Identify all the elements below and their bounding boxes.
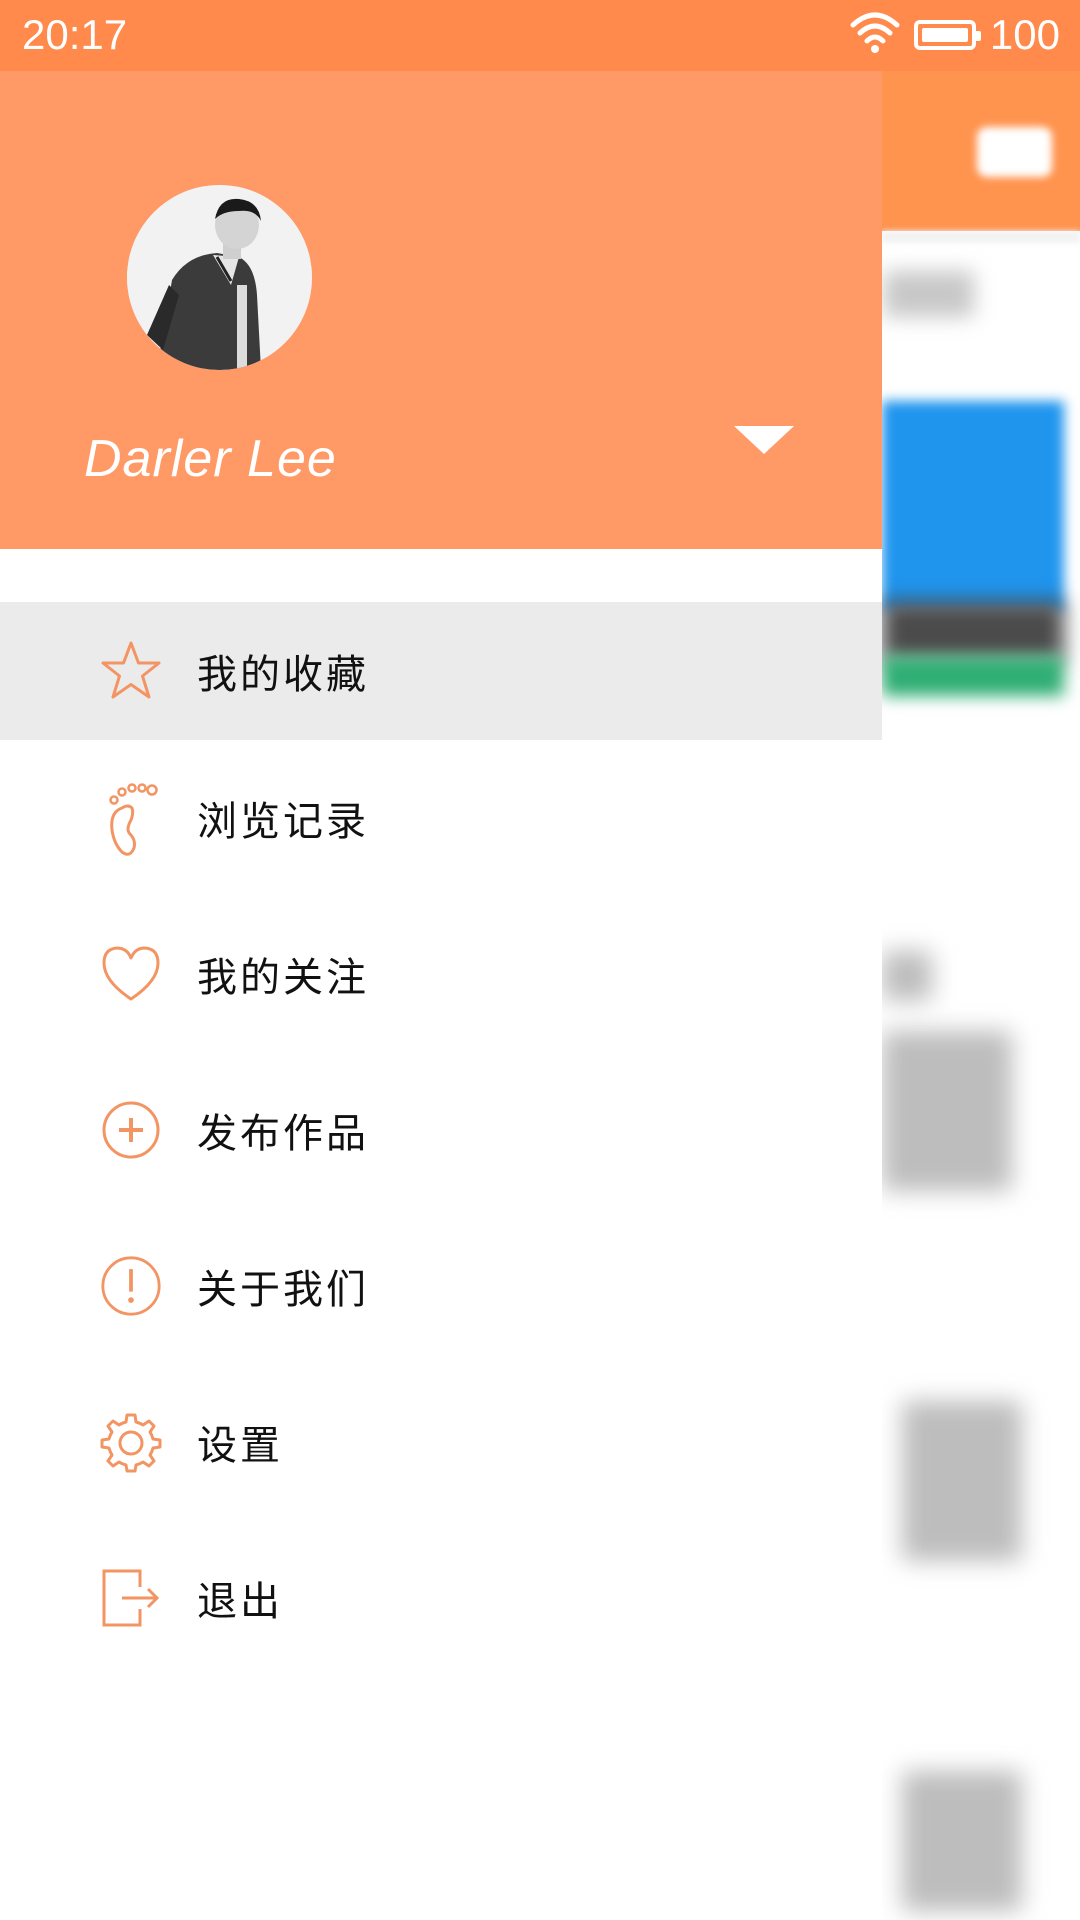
drawer-header: Darler Lee [0, 71, 882, 549]
info-circle-icon [100, 1255, 162, 1317]
footprint-icon [100, 783, 162, 856]
menu-item-settings[interactable]: 设置 [0, 1364, 882, 1520]
drawer-menu: 我的收藏 浏览记录 我的关注 发布作品 关于我们 设置 退出 [0, 602, 882, 1676]
background-toolbar [882, 71, 1080, 231]
menu-item-favorites[interactable]: 我的收藏 [0, 602, 882, 740]
background-content [882, 71, 1080, 1920]
avatar[interactable] [127, 185, 312, 370]
menu-label: 设置 [197, 1423, 283, 1469]
menu-label: 浏览记录 [197, 799, 369, 845]
star-icon [100, 640, 162, 702]
status-bar: 20:17 100 [0, 0, 1080, 71]
menu-item-publish[interactable]: 发布作品 [0, 1052, 882, 1208]
status-icons: 100 [850, 10, 1060, 60]
battery-level: 100 [989, 11, 1060, 58]
message-icon [977, 127, 1052, 177]
gear-icon [100, 1411, 162, 1473]
chevron-down-icon[interactable] [734, 426, 794, 454]
menu-item-history[interactable]: 浏览记录 [0, 740, 882, 896]
plus-circle-icon [100, 1099, 162, 1161]
battery-icon [913, 20, 981, 50]
heart-icon [100, 943, 162, 1005]
wifi-icon [850, 11, 900, 59]
menu-item-about[interactable]: 关于我们 [0, 1208, 882, 1364]
menu-label: 我的收藏 [197, 652, 369, 698]
menu-item-following[interactable]: 我的关注 [0, 896, 882, 1052]
background-banner [882, 401, 1064, 611]
menu-label: 我的关注 [197, 955, 369, 1001]
logout-icon [100, 1567, 162, 1629]
menu-item-logout[interactable]: 退出 [0, 1520, 882, 1676]
menu-label: 发布作品 [197, 1111, 369, 1157]
menu-label: 退出 [197, 1579, 283, 1625]
user-name: Darler Lee [84, 430, 337, 488]
navigation-drawer: Darler Lee 我的收藏 浏览记录 我的关注 发布作品 关于我们 设置 退… [0, 71, 882, 1920]
status-time: 20:17 [22, 11, 128, 58]
menu-label: 关于我们 [197, 1267, 369, 1313]
